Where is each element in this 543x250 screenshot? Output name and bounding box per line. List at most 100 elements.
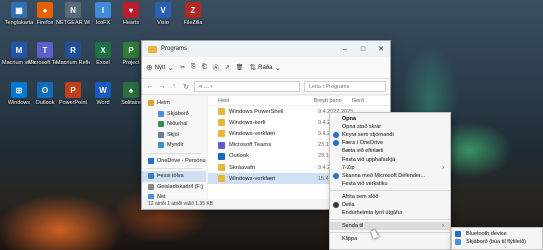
search-input[interactable]: Leita í Programs bbox=[304, 81, 386, 92]
nav-item-essi-t-lva[interactable]: Þessi tölva bbox=[142, 171, 206, 182]
address-bar[interactable]: « ... › bbox=[194, 81, 300, 92]
folder-icon bbox=[218, 108, 225, 116]
myndir-icon bbox=[158, 142, 164, 149]
submenu-item-label: Bluetooth device bbox=[466, 231, 507, 238]
nav-item-label: Skjáborð bbox=[167, 110, 189, 117]
menu-item-7-zip[interactable]: 7-Zip › bbox=[330, 164, 450, 172]
desktop-icon-label: Hearts bbox=[122, 20, 140, 26]
menu-item-label: Keyra sem stjórnandi bbox=[342, 132, 394, 139]
menu-separator bbox=[330, 189, 450, 191]
forward-icon[interactable]: → bbox=[158, 83, 166, 90]
command-bar: ⊕ Nýtt ⌄ ✂ ⎘ ⎗ Ⓐ ↗ 🗑 ⇅ Raða ⌄ bbox=[142, 57, 390, 79]
bluetooth-device-icon bbox=[455, 231, 461, 238]
menu-item-senda-til[interactable]: Senda til › bbox=[330, 222, 450, 231]
paste-icon[interactable]: ⎗ bbox=[202, 64, 207, 71]
nav-item-onedrive-pers-nu[interactable]: OneDrive - Persónu... bbox=[142, 156, 206, 167]
column-date[interactable]: Breytt þann bbox=[314, 98, 352, 104]
delete-icon[interactable]: 🗑 bbox=[236, 64, 244, 71]
firefox-icon: ● bbox=[37, 2, 53, 18]
nav-item-heim[interactable]: Heim bbox=[142, 98, 206, 109]
menu-item-b-ta-vi-eftirl-ti[interactable]: Bæta við eftirlæti bbox=[330, 147, 450, 155]
title-bar[interactable]: Programs – □ ✕ bbox=[142, 41, 390, 57]
submenu-item-bluetooth-device[interactable]: Bluetooth device bbox=[452, 230, 542, 238]
outlook-icon: O bbox=[37, 82, 53, 98]
folder-icon bbox=[218, 130, 225, 138]
nav-item-skj-bor[interactable]: Skjáborð bbox=[142, 109, 206, 120]
menu-item-festa-vi-upphafsskj[interactable]: Festa við upphafsskjá bbox=[330, 155, 450, 163]
share-icon[interactable]: ↗ bbox=[225, 64, 230, 71]
skj-l-icon bbox=[158, 131, 164, 138]
skj-bor-icon bbox=[158, 110, 164, 117]
skj-bor-b-a-til-fl-tilei-icon bbox=[455, 239, 461, 246]
nav-item-myndir[interactable]: Myndir bbox=[142, 140, 206, 151]
menu-item-afrita-sem-sl[interactable]: Afrita sem slóð bbox=[330, 193, 450, 201]
file-name-cell: Microsoft Teams bbox=[208, 141, 318, 149]
close-icon[interactable]: ✕ bbox=[372, 45, 390, 53]
file-name: Windows-verkfæri bbox=[229, 130, 276, 137]
onedrive-pers-nu-icon bbox=[148, 157, 154, 164]
desktop-icon-label: FileZilla bbox=[183, 20, 203, 26]
back-icon[interactable]: ← bbox=[146, 83, 154, 90]
column-name[interactable]: Heiti bbox=[208, 98, 314, 104]
submenu-item-skj-bor-b-a-til-fl-tilei[interactable]: Skjáborð (búa til flýtileið) bbox=[452, 238, 542, 246]
nav-item-label: Þessi tölva bbox=[157, 173, 184, 180]
rename-icon[interactable]: Ⓐ bbox=[213, 63, 219, 72]
f-ra-onedrive-icon bbox=[333, 140, 339, 147]
microsoft-teams-icon: T bbox=[37, 42, 53, 58]
desktop-icon-label: Visio bbox=[157, 20, 169, 26]
navigation-pane: Heim Skjáborð Niðurhal Skjöl Myndir OneDrive … bbox=[142, 96, 206, 201]
up-icon[interactable]: ↑ bbox=[170, 83, 178, 90]
nav-item-label: Heim bbox=[157, 100, 170, 107]
desktop-icon-label: Macrium Reflect bbox=[56, 60, 90, 66]
menu-separator bbox=[330, 232, 450, 234]
file-name-cell: Windows-kerfi bbox=[208, 119, 318, 127]
menu-item-label: Endurheimta fyrri útgáfur bbox=[342, 210, 403, 217]
app-icon bbox=[218, 152, 225, 160]
context-menu: Opna Opna stað skrár Keyra sem stjórnandi F… bbox=[329, 112, 451, 250]
minimize-icon[interactable]: – bbox=[336, 46, 354, 53]
visio-icon: V bbox=[155, 2, 171, 18]
address-row: ← → ↑ ↻ « ... › Leita í Programs bbox=[142, 79, 390, 95]
copy-icon[interactable]: ⎘ bbox=[191, 64, 196, 71]
desktop-icon-macrium-reflect[interactable]: R Macrium Reflect bbox=[56, 42, 90, 66]
nav-item-skj-l[interactable]: Skjöl bbox=[142, 130, 206, 141]
menu-item-label: Senda til bbox=[342, 223, 364, 230]
windows-icon: ⊞ bbox=[11, 82, 27, 98]
menu-item-opna[interactable]: Opna bbox=[330, 115, 450, 123]
maximize-icon[interactable]: □ bbox=[354, 46, 372, 53]
cut-icon[interactable]: ✂ bbox=[180, 64, 185, 71]
nav-item-ni-urhal[interactable]: Niðurhal bbox=[142, 119, 206, 130]
sort-button[interactable]: ⇅ Raða ⌄ bbox=[249, 63, 281, 72]
menu-item-opna-sta-skr-r[interactable]: Opna stað skrár bbox=[330, 123, 450, 131]
submenu-item-label: Skjáborð (búa til flýtileið) bbox=[466, 239, 526, 246]
new-button[interactable]: ⊕ Nýtt ⌄ bbox=[146, 63, 174, 72]
menu-item-f-ra-onedrive[interactable]: Færa í OneDrive bbox=[330, 139, 450, 147]
desktop-icon-netgear-wnda31[interactable]: N NETGEAR WNDA31... bbox=[56, 2, 90, 26]
chevron-down-icon: ⌄ bbox=[274, 63, 282, 72]
powerpoint-icon: P bbox=[65, 82, 81, 98]
app-icon bbox=[218, 141, 225, 149]
menu-item-deila[interactable]: Deila bbox=[330, 201, 450, 209]
heim-icon bbox=[148, 100, 154, 107]
desktop-icon-hearts[interactable]: ♥ Hearts bbox=[114, 2, 148, 26]
menu-item-label: Festa við upphafsskjá bbox=[342, 156, 396, 163]
column-type[interactable]: Gerð bbox=[352, 98, 390, 104]
menu-item-keyra-sem-stj-rnandi[interactable]: Keyra sem stjórnandi bbox=[330, 131, 450, 139]
menu-item-label: Opna bbox=[342, 116, 357, 123]
desktop-icon-powerpoint[interactable]: P PowerPoint bbox=[56, 82, 90, 106]
file-name: Windows-verkfæri bbox=[229, 175, 276, 182]
tenglakarta-icon: ▦ bbox=[11, 2, 27, 18]
folder-icon bbox=[148, 45, 157, 53]
solitaire-icon: ♠ bbox=[123, 82, 139, 98]
desktop-icon-visio[interactable]: V Visio bbox=[146, 2, 180, 26]
nav-item-geisladiskadrif-f[interactable]: Geisladiskadrif (F:) bbox=[142, 182, 206, 193]
macrium-reflect-icon: R bbox=[65, 42, 81, 58]
menu-item-endurheimta-fyrri-tg-fur[interactable]: Endurheimta fyrri útgáfur bbox=[330, 209, 450, 217]
desktop-icon-filezilla[interactable]: Z FileZilla bbox=[176, 2, 210, 26]
menu-item-klippa[interactable]: Klippa bbox=[330, 235, 450, 243]
menu-item-label: Deila bbox=[342, 201, 355, 208]
menu-item-festa-vi-verkstiku[interactable]: Festa við verkstiku bbox=[330, 180, 450, 188]
refresh-icon[interactable]: ↻ bbox=[182, 83, 190, 91]
menu-item-skanna-me-microsoft-defender[interactable]: Skanna með Microsoft Defender... bbox=[330, 172, 450, 180]
netgear-wnda31-icon: N bbox=[65, 2, 81, 18]
